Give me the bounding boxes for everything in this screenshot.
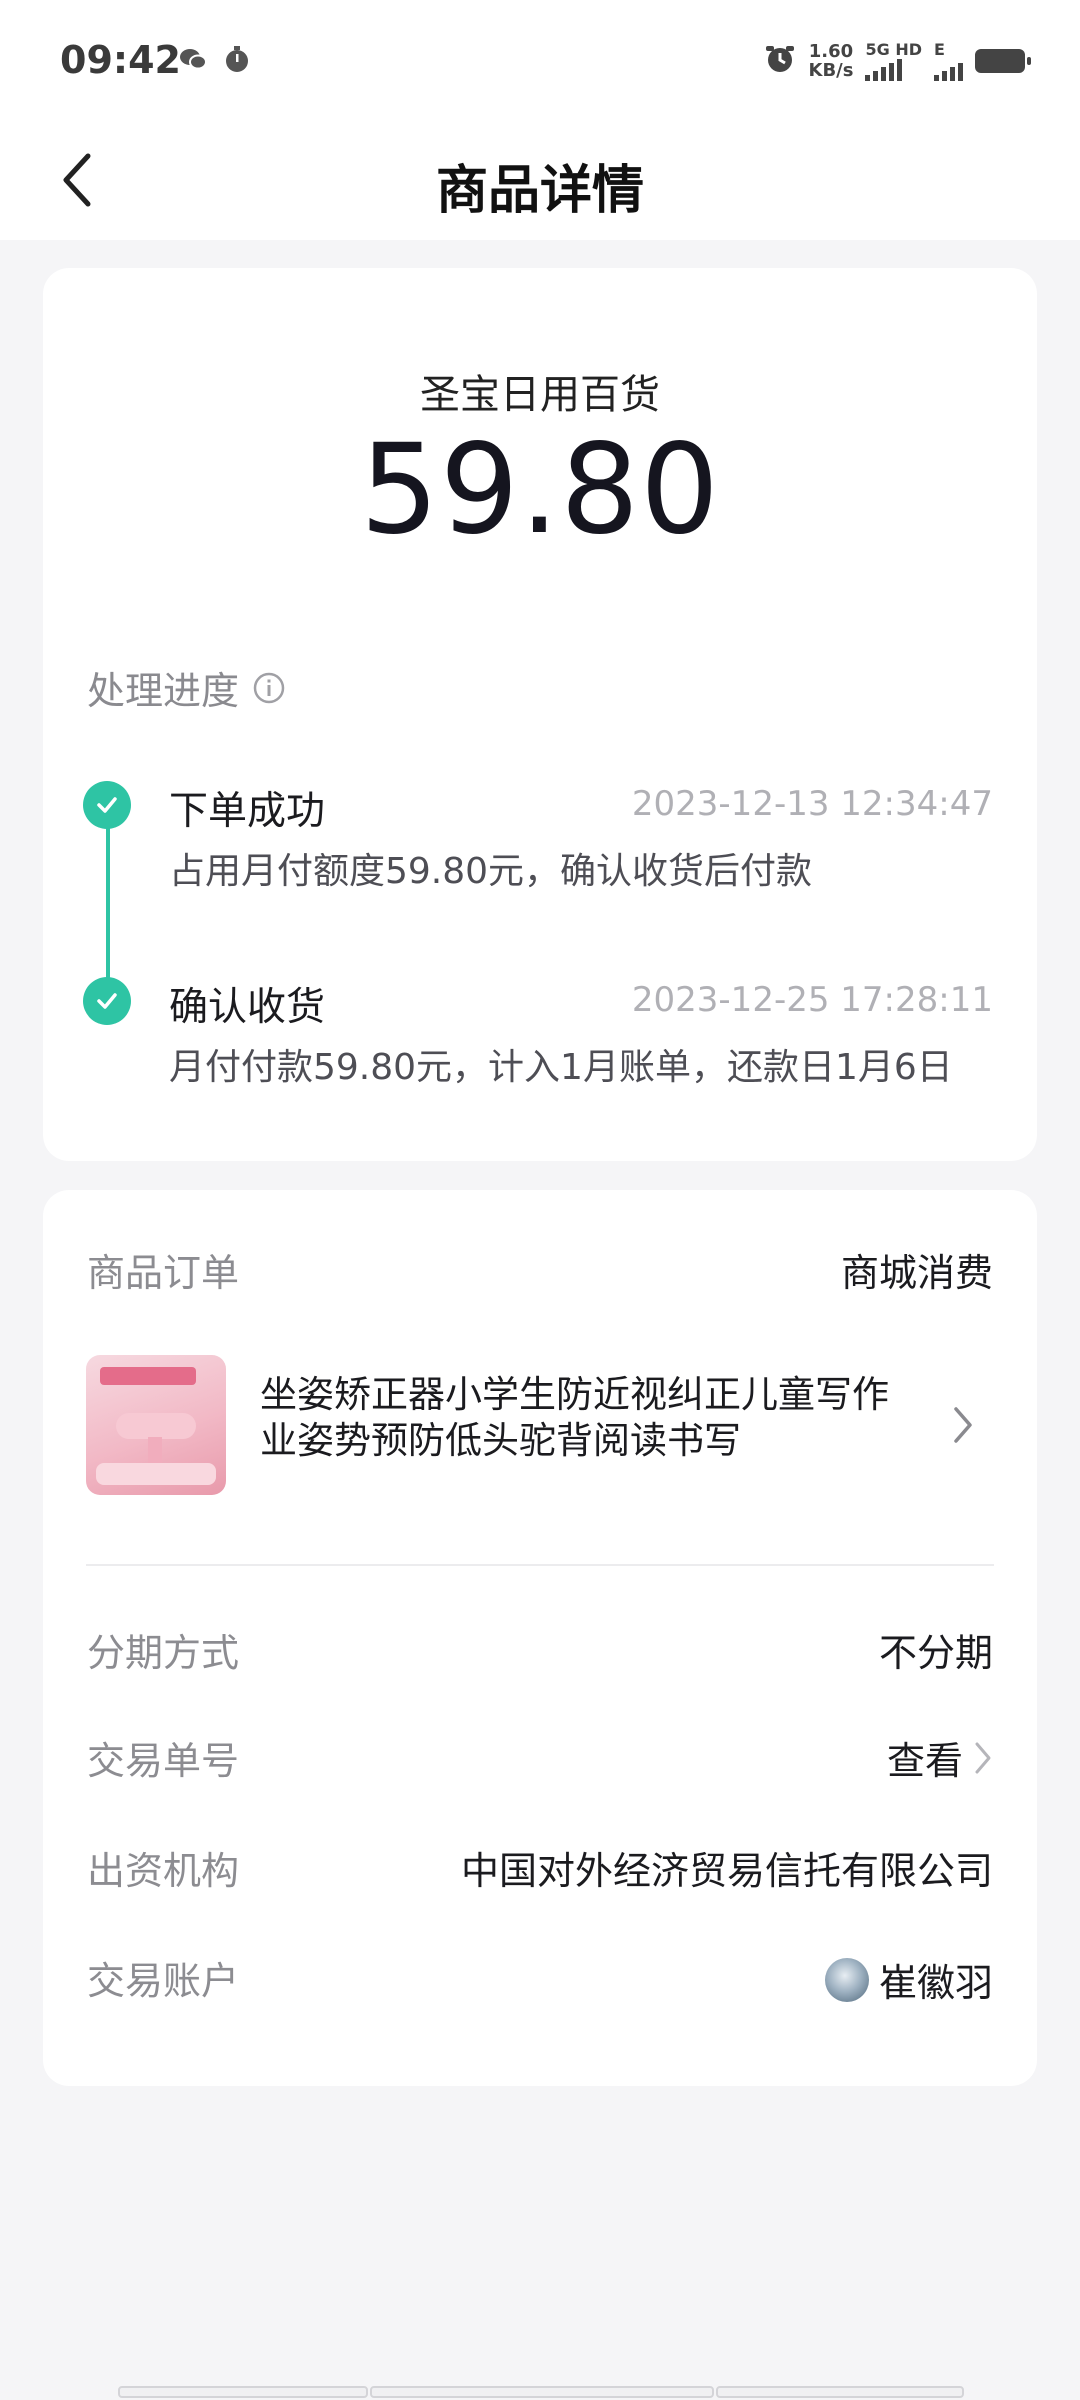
transaction-view-button[interactable]: 查看 bbox=[887, 1730, 993, 1785]
order-card: 商品订单 商城消费 坐姿矫正器小学生防近视纠正儿童写作 业姿势预防低头驼背阅读书… bbox=[43, 1190, 1037, 2086]
status-time: 09:42 bbox=[60, 38, 181, 82]
chevron-right-icon bbox=[975, 1742, 991, 1773]
account-value: 崔徽羽 bbox=[824, 1952, 993, 2007]
divider bbox=[86, 1564, 994, 1566]
row-value: 不分期 bbox=[878, 1631, 993, 1675]
progress-title-label: 处理进度 bbox=[87, 669, 240, 713]
merchant-name: 圣宝日用百货 bbox=[420, 372, 660, 418]
order-value: 商城消费 bbox=[840, 1251, 993, 1295]
header: 商品详情 bbox=[0, 120, 1080, 240]
progress-title: 处理进度 bbox=[87, 660, 285, 715]
summary-card: 圣宝日用百货 59.80 处理进度 下单成功 2023-12-13 12:34:… bbox=[43, 268, 1037, 1161]
chevron-right-icon bbox=[954, 1407, 972, 1443]
product-name-line1: 坐姿矫正器小学生防近视纠正儿童写作 bbox=[260, 1373, 889, 1416]
signal-bars-icon-2 bbox=[934, 59, 963, 81]
net-tech-2: E bbox=[934, 40, 945, 59]
row-label: 出资机构 bbox=[87, 1849, 240, 1893]
timer-icon bbox=[222, 44, 252, 74]
row-value: 崔徽羽 bbox=[878, 1961, 993, 2005]
step-check-icon bbox=[83, 781, 131, 829]
row-label: 分期方式 bbox=[87, 1631, 240, 1675]
row-label: 交易单号 bbox=[87, 1739, 240, 1783]
step-title: 确认收货 bbox=[169, 985, 326, 1030]
product-name-line2: 业姿势预防低头驼背阅读书写 bbox=[260, 1419, 741, 1462]
net-speed: 1.60 KB/s bbox=[809, 42, 854, 80]
page-title: 商品详情 bbox=[435, 161, 644, 221]
nav-bar-segment bbox=[118, 2386, 368, 2398]
step-title: 下单成功 bbox=[169, 789, 326, 834]
step-time: 2023-12-25 17:28:11 bbox=[631, 980, 993, 1020]
amount: 59.80 bbox=[360, 418, 720, 562]
wechat-icon bbox=[178, 44, 208, 74]
net-speed-unit: KB/s bbox=[808, 60, 854, 81]
status-right: 1.60 KB/s 5G HD E bbox=[763, 38, 1031, 84]
product-image bbox=[86, 1355, 226, 1495]
avatar bbox=[824, 1957, 869, 2002]
alarm-icon bbox=[763, 42, 797, 80]
step-time: 2023-12-13 12:34:47 bbox=[631, 784, 993, 824]
row-value: 中国对外经济贸易信托有限公司 bbox=[460, 1849, 993, 1893]
status-bar: 09:42 1.60 KB/s 5G HD E bbox=[0, 0, 1080, 120]
step-desc: 占用月付额度59.80元，确认收货后付款 bbox=[169, 851, 813, 892]
info-icon[interactable] bbox=[253, 672, 285, 704]
signal-2: E bbox=[934, 41, 963, 81]
net-tech-1: 5G HD bbox=[865, 40, 922, 59]
step-desc: 月付付款59.80元，计入1月账单，还款日1月6日 bbox=[169, 1047, 953, 1088]
net-speed-value: 1.60 bbox=[808, 41, 854, 62]
battery-icon bbox=[975, 49, 1031, 73]
row-value: 查看 bbox=[886, 1739, 963, 1783]
product-name: 坐姿矫正器小学生防近视纠正儿童写作 业姿势预防低头驼背阅读书写 bbox=[260, 1372, 900, 1464]
nav-bar-segment bbox=[370, 2386, 714, 2398]
nav-bar-segment bbox=[716, 2386, 964, 2398]
signal-1: 5G HD bbox=[865, 41, 922, 81]
order-label: 商品订单 bbox=[87, 1251, 240, 1295]
row-label: 交易账户 bbox=[87, 1959, 240, 2003]
step-check-icon bbox=[83, 977, 131, 1025]
timeline-line bbox=[106, 805, 110, 997]
signal-bars-icon bbox=[865, 59, 922, 81]
